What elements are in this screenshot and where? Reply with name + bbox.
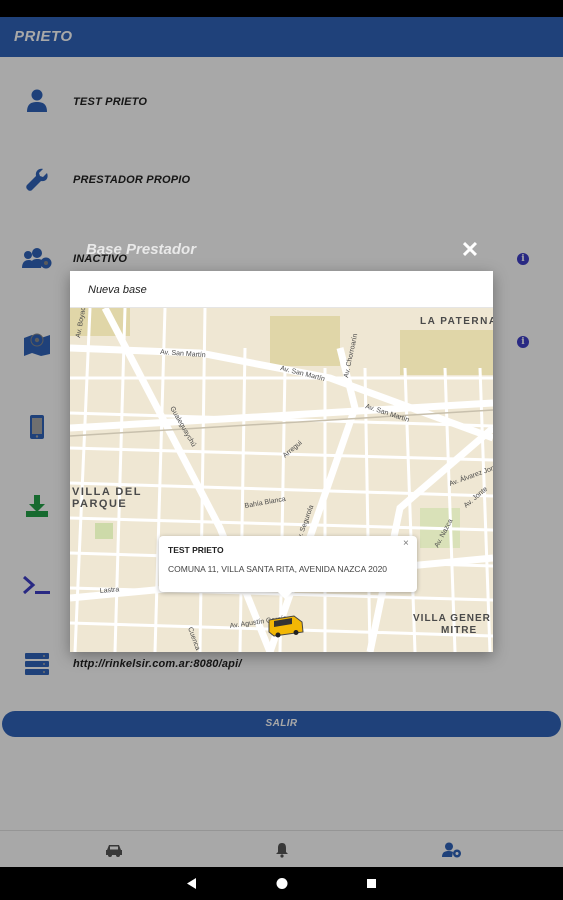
- back-icon[interactable]: [187, 878, 196, 889]
- popup-close-icon[interactable]: ×: [403, 538, 409, 549]
- close-icon[interactable]: ✕: [460, 239, 480, 261]
- status-bar: [0, 0, 563, 17]
- popup-tail: [278, 592, 292, 599]
- map-label-villa-general-mitre: VILLA GENER: [413, 613, 491, 624]
- map-label-villa-del-parque: VILLA DEL: [72, 486, 142, 498]
- map-label-villa-general-mitre: MITRE: [441, 625, 477, 636]
- popup-address: COMUNA 11, VILLA SANTA RITA, AVENIDA NAZ…: [168, 564, 388, 574]
- map[interactable]: LA PATERNA VILLA DEL PARQUE VILLA GENER …: [70, 308, 493, 652]
- park-area: [270, 316, 340, 366]
- bus-marker-icon[interactable]: [266, 614, 306, 638]
- system-nav-bar: [0, 867, 563, 900]
- new-base-input[interactable]: [88, 281, 468, 299]
- map-label-la-paternal: LA PATERNA: [420, 316, 493, 327]
- recents-icon[interactable]: [367, 879, 376, 888]
- map-label-villa-del-parque: PARQUE: [72, 498, 127, 510]
- home-icon[interactable]: [276, 878, 288, 889]
- park-area: [95, 523, 113, 539]
- base-input-row: [70, 271, 493, 308]
- map-info-popup[interactable]: TEST PRIETO COMUNA 11, VILLA SANTA RITA,…: [159, 536, 417, 592]
- base-dialog: LA PATERNA VILLA DEL PARQUE VILLA GENER …: [70, 271, 493, 652]
- map-canvas: LA PATERNA VILLA DEL PARQUE VILLA GENER …: [70, 308, 493, 652]
- popup-title: TEST PRIETO: [168, 545, 224, 555]
- dialog-title: Base Prestador: [86, 241, 197, 258]
